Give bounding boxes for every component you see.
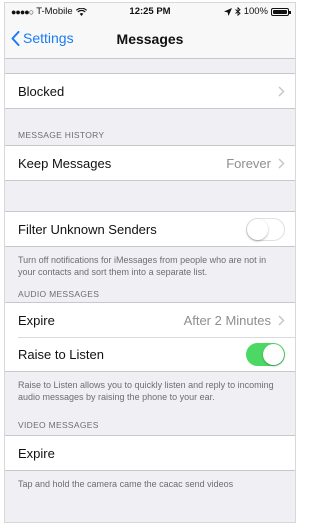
filter-group: Filter Unknown Senders	[5, 211, 295, 247]
chevron-right-icon	[278, 314, 285, 326]
audio-messages-group: Expire After 2 Minutes Raise to Listen	[5, 302, 295, 372]
section-header-video-messages: VIDEO MESSAGES	[18, 420, 99, 430]
raise-to-listen-label: Raise to Listen	[18, 346, 104, 362]
filter-unknown-senders-row: Filter Unknown Senders	[5, 212, 295, 246]
chevron-right-icon	[278, 85, 285, 97]
keep-messages-value: Forever	[226, 155, 271, 171]
video-footer: Tap and hold the camera came the cacac s…	[18, 479, 234, 489]
audio-expire-label: Expire	[18, 312, 55, 328]
blocked-label: Blocked	[18, 83, 65, 99]
section-header-audio-messages: AUDIO MESSAGES	[18, 289, 100, 299]
filter-unknown-senders-toggle[interactable]	[246, 217, 285, 241]
location-icon	[223, 7, 232, 16]
keep-messages-label: Keep Messages	[18, 155, 112, 171]
raise-to-listen-toggle[interactable]	[246, 342, 285, 366]
status-bar: ●●●●○ T-Mobile 12:25 PM 100%	[5, 3, 295, 21]
page-title: Messages	[116, 31, 184, 47]
audio-expire-row[interactable]: Expire After 2 Minutes	[5, 303, 295, 337]
video-expire-row[interactable]: Expire	[5, 436, 295, 470]
section-header-message-history: MESSAGE HISTORY	[18, 130, 105, 140]
audio-expire-value: After 2 Minutes	[183, 312, 271, 328]
bluetooth-icon	[234, 7, 241, 16]
raise-to-listen-row: Raise to Listen	[5, 337, 295, 371]
keep-messages-row[interactable]: Keep Messages Forever	[5, 146, 295, 180]
toggle-knob	[263, 343, 284, 365]
filter-unknown-senders-label: Filter Unknown Senders	[18, 221, 157, 237]
battery-icon	[271, 7, 291, 16]
filter-footer: Turn off notifications for iMessages fro…	[18, 255, 267, 277]
audio-footer: Raise to Listen allows you to quickly li…	[18, 380, 274, 402]
blocked-group: Blocked	[5, 73, 295, 109]
navigation-bar: Settings Messages	[5, 21, 295, 59]
phone-screen: ●●●●○ T-Mobile 12:25 PM 100% Settings Me…	[4, 2, 296, 523]
battery-percent: 100%	[243, 6, 268, 17]
blocked-row[interactable]: Blocked	[5, 74, 295, 108]
toggle-knob	[247, 218, 268, 240]
message-history-group: Keep Messages Forever	[5, 145, 295, 181]
video-expire-label: Expire	[18, 445, 55, 461]
video-messages-group: Expire	[5, 435, 295, 471]
chevron-right-icon	[278, 157, 285, 169]
